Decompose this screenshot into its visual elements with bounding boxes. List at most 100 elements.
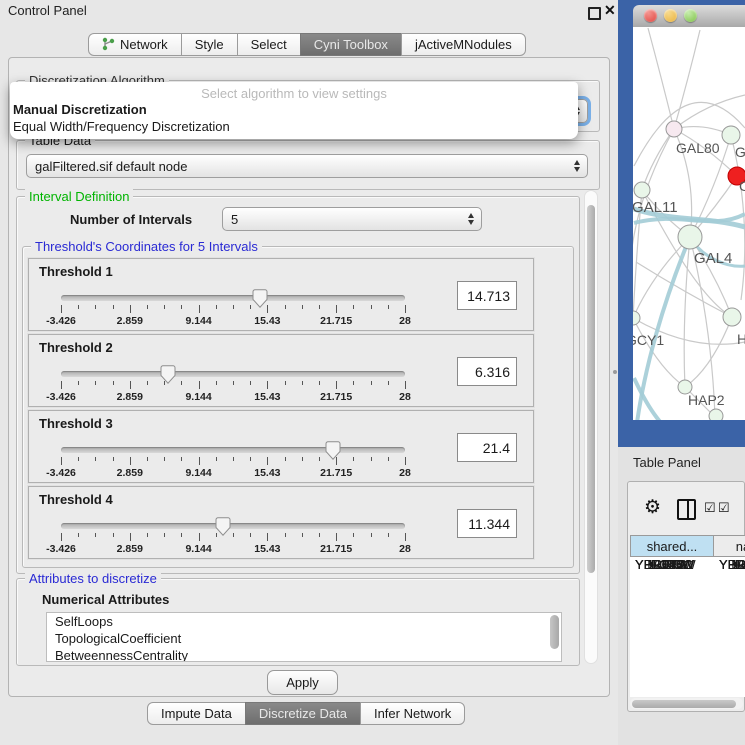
table-row[interactable]: YIL052CYIL0: [630, 557, 745, 572]
minimize-traffic-light-icon[interactable]: [664, 9, 677, 22]
tick-mark: [95, 533, 96, 537]
attribute-list-item[interactable]: BetweennessCentrality: [47, 647, 561, 662]
tab-label: Select: [251, 37, 287, 52]
combo-stepper-icon: [468, 213, 474, 225]
column-header-name[interactable]: na: [713, 535, 745, 557]
number-of-intervals-combobox[interactable]: 5: [222, 207, 482, 231]
tick-mark: [388, 533, 389, 537]
network-node[interactable]: [633, 311, 640, 325]
threshold-slider[interactable]: [61, 371, 405, 377]
tick-mark: [405, 457, 406, 465]
tick-mark: [78, 305, 79, 309]
split-columns-icon[interactable]: [677, 499, 696, 520]
tick-mark: [336, 305, 337, 313]
number-of-intervals-value: 5: [231, 212, 238, 227]
tick-mark: [164, 305, 165, 309]
tick-mark: [388, 381, 389, 385]
close-icon[interactable]: ✕: [604, 2, 616, 19]
tab-label: Style: [195, 37, 224, 52]
apply-button[interactable]: Apply: [267, 670, 338, 695]
slider-tick-labels: -3.4262.8599.14415.4321.71528: [61, 467, 405, 479]
network-node[interactable]: [666, 121, 682, 137]
tab-network[interactable]: Network: [88, 33, 182, 56]
attribute-list-item[interactable]: SelfLoops: [47, 613, 561, 630]
tick-label: 2.859: [117, 391, 143, 403]
tick-mark: [302, 381, 303, 385]
network-window-titlebar[interactable]: [633, 5, 745, 28]
node-label: C: [739, 178, 745, 194]
threshold-value-field[interactable]: 21.4: [457, 433, 517, 462]
tick-mark: [216, 457, 217, 461]
zoom-traffic-light-icon[interactable]: [684, 9, 697, 22]
network-node[interactable]: [678, 225, 702, 249]
node-table[interactable]: shared... na YDL19...YDL1YDR27...YDR2YBR…: [630, 535, 745, 697]
split-pane-handle[interactable]: [613, 370, 617, 374]
close-traffic-light-icon[interactable]: [644, 9, 657, 22]
network-edge[interactable]: [636, 262, 732, 317]
threshold-slider[interactable]: [61, 447, 405, 453]
tick-label: 9.144: [185, 543, 211, 555]
tab-discretize-data[interactable]: Discretize Data: [245, 702, 361, 725]
network-node[interactable]: [723, 308, 741, 326]
tick-label: 28: [399, 391, 411, 403]
panel-scrollbar-thumb[interactable]: [587, 205, 595, 573]
tick-mark: [147, 457, 148, 461]
tick-mark: [181, 381, 182, 385]
dropdown-option-manual-discretization[interactable]: Manual Discretization: [10, 101, 578, 118]
tick-mark: [250, 533, 251, 537]
tick-mark: [388, 457, 389, 461]
numerical-attributes-list[interactable]: SelfLoopsTopologicalCoefficientBetweenne…: [46, 612, 562, 662]
tick-label: -3.426: [46, 315, 76, 327]
network-node[interactable]: [722, 126, 740, 144]
panel-scrollbar[interactable]: [584, 190, 598, 664]
table-horizontal-scrollbar[interactable]: [630, 698, 743, 709]
tab-infer-network[interactable]: Infer Network: [360, 702, 465, 725]
tick-mark: [267, 457, 268, 465]
node-label: GAL11: [633, 199, 678, 216]
checkbox-icon[interactable]: ☑: [718, 500, 730, 516]
tick-label: 15.43: [254, 391, 280, 403]
column-header-shared-name[interactable]: shared...: [630, 535, 714, 557]
tab-select[interactable]: Select: [237, 33, 301, 56]
network-node[interactable]: [634, 182, 650, 198]
gear-icon[interactable]: ⚙: [644, 496, 661, 519]
tick-label: 9.144: [185, 315, 211, 327]
table-data-combobox[interactable]: galFiltered.sif default node: [26, 154, 588, 178]
tab-impute-data[interactable]: Impute Data: [147, 702, 246, 725]
tick-mark: [371, 457, 372, 461]
tick-label: 28: [399, 543, 411, 555]
network-graph[interactable]: GAL80GACGAL11GAL4GCY1HHAP2: [633, 27, 745, 420]
network-edge[interactable]: [684, 237, 690, 387]
float-window-icon[interactable]: [588, 7, 601, 20]
cell-shared-name[interactable]: YIL052C: [630, 557, 714, 572]
tick-mark: [95, 305, 96, 309]
threshold-value-field[interactable]: 11.344: [457, 509, 517, 538]
network-edge[interactable]: [690, 237, 732, 317]
tab-jactivemnodules[interactable]: jActiveMNodules: [401, 33, 526, 56]
tick-mark: [216, 381, 217, 385]
network-edge[interactable]: [648, 28, 674, 129]
network-canvas[interactable]: GAL80GACGAL11GAL4GCY1HHAP2: [633, 27, 745, 420]
tick-mark: [405, 381, 406, 389]
tab-cyni-toolbox[interactable]: Cyni Toolbox: [300, 33, 402, 56]
threshold-slider[interactable]: [61, 523, 405, 529]
tick-mark: [233, 457, 234, 461]
group-title: Threshold's Coordinates for 5 Intervals: [31, 239, 262, 254]
tab-style[interactable]: Style: [181, 33, 238, 56]
threshold-value-field[interactable]: 14.713: [457, 281, 517, 310]
group-title: Attributes to discretize: [25, 571, 161, 586]
network-edge[interactable]: [674, 95, 745, 129]
table-scrollbar-thumb[interactable]: [632, 700, 736, 708]
network-node[interactable]: [709, 409, 723, 420]
dropdown-option-equal-width-frequency[interactable]: Equal Width/Frequency Discretization: [10, 118, 578, 135]
tick-mark: [336, 533, 337, 541]
list-scrollbar[interactable]: [550, 615, 559, 649]
checkbox-icon[interactable]: ☑: [704, 500, 716, 516]
attribute-list-item[interactable]: TopologicalCoefficient: [47, 630, 561, 647]
cell-name[interactable]: YIL0: [714, 557, 745, 572]
slider-tick-labels: -3.4262.8599.14415.4321.71528: [61, 315, 405, 327]
tick-mark: [113, 381, 114, 385]
network-edge[interactable]: [685, 317, 732, 387]
threshold-value-field[interactable]: 6.316: [457, 357, 517, 386]
threshold-slider[interactable]: [61, 295, 405, 301]
